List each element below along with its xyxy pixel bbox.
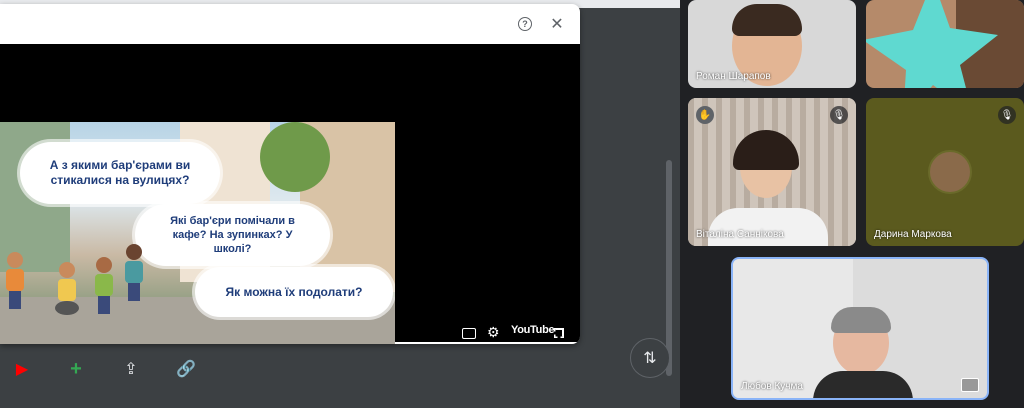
- pip-icon[interactable]: [961, 378, 979, 392]
- participant-name: Віталіна Саннікова: [696, 229, 784, 240]
- youtube-icon[interactable]: ▶: [8, 355, 36, 383]
- child-figure: [125, 244, 143, 301]
- shirt: [708, 208, 828, 246]
- swap-icon[interactable]: ⇅: [630, 338, 670, 378]
- hair: [732, 4, 802, 36]
- subtitles-icon[interactable]: [462, 328, 476, 339]
- participant-name: Роман Шарапов: [696, 71, 771, 82]
- youtube-logo[interactable]: YouTube: [511, 324, 555, 336]
- settings-icon[interactable]: ⚙: [487, 324, 500, 341]
- scrollbar[interactable]: [666, 160, 672, 376]
- shirt: [813, 371, 913, 398]
- raise-hand-icon: ✋: [696, 106, 714, 124]
- video-dialog: ? ✕ А з якими бар'єрами ви стикалися на …: [0, 4, 580, 344]
- presentation-area: ? ✕ А з якими бар'єрами ви стикалися на …: [0, 0, 680, 408]
- mic-off-icon: 🎙: [998, 106, 1016, 124]
- star-drawing: [866, 0, 998, 88]
- video-player[interactable]: А з якими бар'єрами ви стикалися на вули…: [0, 44, 580, 344]
- link-icon[interactable]: 🔗: [172, 355, 200, 383]
- hair: [831, 307, 891, 333]
- participant-tile[interactable]: ✋ 🎙 Віталіна Саннікова: [688, 98, 856, 246]
- tree: [260, 122, 330, 192]
- participant-name: Любов Кучма: [741, 381, 803, 392]
- close-icon[interactable]: ✕: [549, 16, 565, 33]
- child-figure: [55, 262, 79, 315]
- slide-image: А з якими бар'єрами ви стикалися на вули…: [0, 122, 395, 344]
- child-figure: [6, 252, 24, 309]
- speech-bubble: Які бар'єри помічали в кафе? На зупинках…: [135, 204, 330, 266]
- help-icon[interactable]: ?: [518, 17, 532, 31]
- participant-tile[interactable]: [866, 0, 1024, 88]
- bubble-text: А з якими бар'єрами ви стикалися на вули…: [49, 158, 191, 187]
- bubble-text: Як можна їх подолати?: [225, 285, 363, 299]
- avatar: [928, 150, 972, 194]
- upload-icon[interactable]: ⇪: [117, 355, 145, 383]
- child-figure: [95, 257, 113, 314]
- bubble-text: Які бар'єри помічали в кафе? На зупинках…: [170, 215, 295, 255]
- mic-off-icon: 🎙: [830, 106, 848, 124]
- participant-name: Дарина Маркова: [874, 229, 952, 240]
- add-icon[interactable]: +: [62, 355, 90, 383]
- speech-bubble: Як можна їх подолати?: [195, 267, 393, 317]
- speech-bubble: А з якими бар'єрами ви стикалися на вули…: [20, 142, 220, 204]
- participant-tile[interactable]: 🎙 Дарина Маркова: [866, 98, 1024, 246]
- participant-tile[interactable]: Любов Кучма: [731, 257, 989, 400]
- participant-tile[interactable]: Роман Шарапов: [688, 0, 856, 88]
